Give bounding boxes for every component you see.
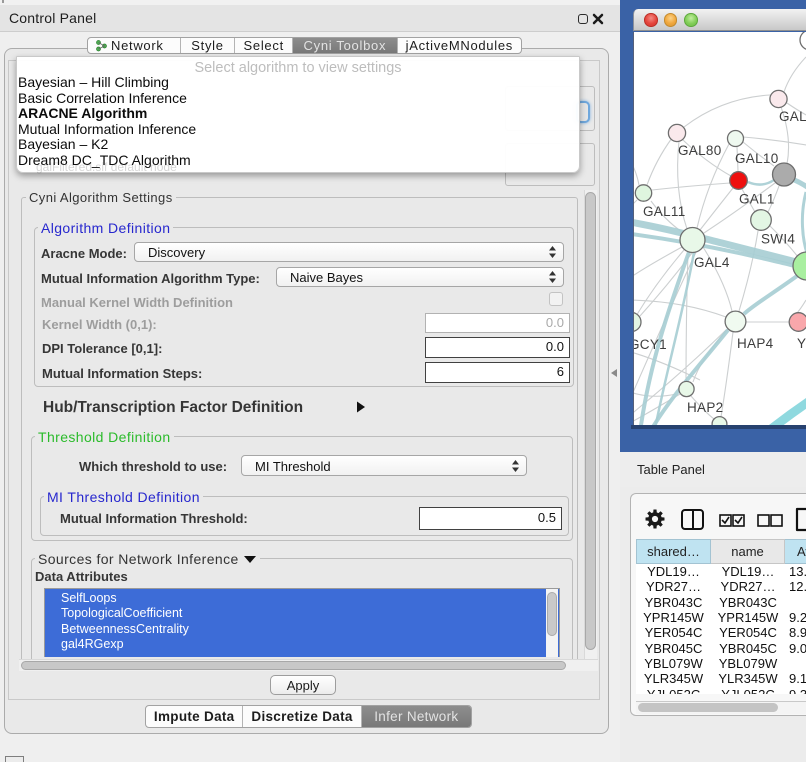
svg-text:SWI4: SWI4: [761, 232, 795, 247]
svg-text:YEL: YEL: [797, 336, 806, 351]
svg-text:GCY1: GCY1: [633, 337, 667, 352]
svg-text:GAL80: GAL80: [678, 143, 722, 158]
svg-text:GAL1: GAL1: [739, 192, 775, 207]
svg-text:GAL2: GAL2: [779, 109, 806, 124]
svg-text:HAP2: HAP2: [687, 400, 723, 415]
svg-text:HAP4: HAP4: [737, 336, 774, 351]
svg-text:GAL10: GAL10: [735, 151, 779, 166]
svg-text:GAL11: GAL11: [643, 204, 686, 219]
svg-text:GAL4: GAL4: [694, 255, 730, 270]
